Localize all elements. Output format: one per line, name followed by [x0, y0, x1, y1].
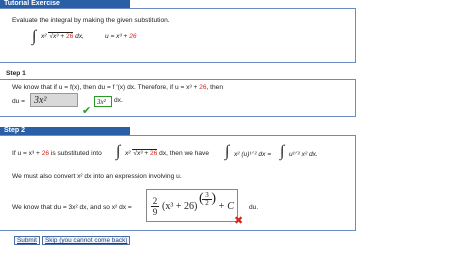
tutorial-title: Tutorial Exercise [4, 0, 60, 7]
step2-integral: x² √x³ + 26 dx, then we have [125, 149, 210, 157]
integral-sign: ∫ [32, 28, 37, 45]
step2-line1-start: If u = x³ + 26 is substituted into [12, 150, 102, 157]
step1-title: Step 1 [6, 70, 26, 77]
du-label: du = [12, 98, 26, 105]
integral-sign-4: ∫ [280, 143, 285, 160]
correct-check-icon: ✔ [82, 105, 92, 117]
radical: √x³ + 26 [48, 32, 74, 40]
du-suffix: du. [249, 204, 259, 211]
step2-title: Step 2 [4, 127, 26, 134]
incorrect-cross-icon: ✖ [234, 215, 244, 227]
skip-button[interactable]: Skip (you cannot come back) [42, 236, 131, 245]
integral-sign-2: ∫ [116, 143, 121, 160]
step2-rewrite-1: x² (u)¹ᐟ² dx = [234, 151, 272, 158]
answer-coefficient: 2 9 [151, 196, 159, 217]
answer-exponent: ( 3 2 ) [199, 191, 216, 207]
answer-tail: + C [218, 201, 234, 212]
du-hint-box: 3x² [94, 96, 112, 107]
du-dx-label: dx. [114, 97, 123, 104]
step2-rewrite-2: u¹ᐟ² x² dx. [289, 151, 318, 158]
given-substitution: u = x³ + 26 [105, 33, 137, 40]
step2-header: Step 2 [0, 127, 130, 135]
x2dx-answer-field[interactable]: 2 9 (x³ + 26) ( 3 2 ) + C [146, 189, 238, 222]
step2-line2: We must also convert x² dx into an expre… [12, 173, 182, 180]
instruction-text: Evaluate the integral by making the give… [12, 17, 170, 24]
problem-integral: x² √x³ + 26 dx, [41, 32, 84, 40]
integral-sign-3: ∫ [225, 143, 230, 160]
du-answer-value: 3x² [34, 95, 47, 106]
step1-text: We know that if u = f(x), then du = f ′(… [12, 84, 224, 91]
submit-button[interactable]: Submit [14, 236, 40, 245]
du-answer-field[interactable]: 3x² [30, 93, 78, 107]
tutorial-header: Tutorial Exercise [0, 0, 130, 8]
answer-inner: (x³ + 26) [162, 201, 198, 212]
step2-line3: We know that du = 3x² dx, and so x² dx = [12, 204, 132, 211]
